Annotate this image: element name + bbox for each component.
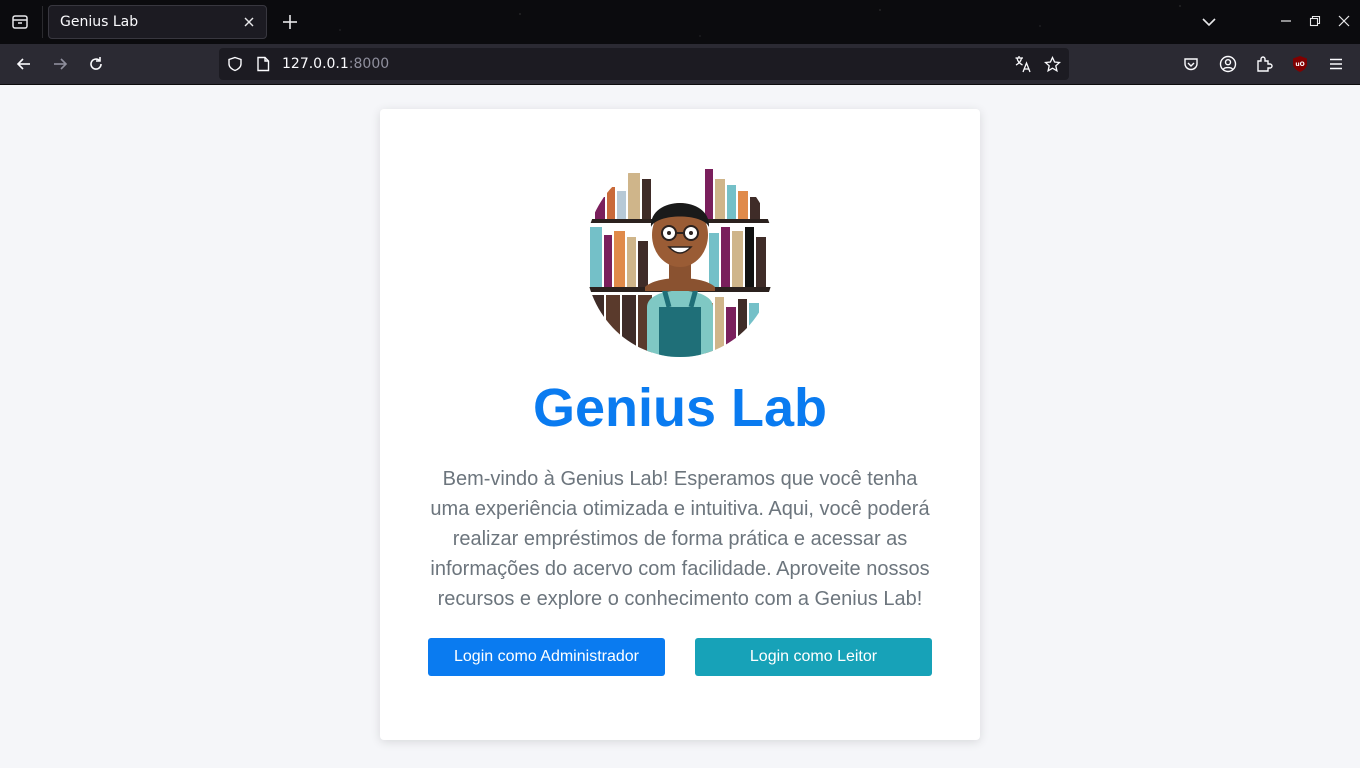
url-host: 127.0.0.1 (282, 56, 349, 72)
arrow-right-icon[interactable] (48, 52, 72, 76)
window-close-icon[interactable] (1334, 11, 1354, 31)
puzzle-icon[interactable] (1253, 53, 1275, 75)
welcome-card: Genius Lab Bem-vindo à Genius Lab! Esper… (380, 109, 980, 740)
shield-icon[interactable] (225, 54, 245, 74)
browser-tab-bar: Genius Lab (0, 0, 1360, 44)
admin-login-button[interactable]: Login como Administrador (428, 638, 665, 676)
tab-separator (42, 6, 43, 38)
minimize-icon[interactable] (1276, 11, 1296, 31)
library-logo-image (585, 157, 775, 357)
page-icon[interactable] (253, 54, 273, 74)
close-icon[interactable] (240, 13, 258, 31)
reader-login-button[interactable]: Login como Leitor (695, 638, 932, 676)
account-icon[interactable] (1217, 53, 1239, 75)
page-title: Genius Lab (532, 378, 828, 438)
browser-tab[interactable]: Genius Lab (48, 5, 267, 39)
ublock-icon[interactable]: uO (1289, 53, 1311, 75)
translate-icon[interactable] (1013, 54, 1033, 74)
address-bar[interactable]: 127.0.0.1:8000 (219, 48, 1069, 80)
star-icon[interactable] (1042, 54, 1062, 74)
url-text[interactable]: 127.0.0.1:8000 (282, 56, 389, 72)
plus-icon[interactable] (279, 11, 301, 33)
hamburger-menu-icon[interactable] (1325, 53, 1347, 75)
chevron-down-icon[interactable] (1198, 11, 1220, 33)
reload-icon[interactable] (84, 52, 108, 76)
arrow-left-icon[interactable] (12, 52, 36, 76)
browser-nav-bar: 127.0.0.1:8000 uO (0, 44, 1360, 85)
tab-list-icon[interactable] (8, 10, 32, 34)
url-port: :8000 (348, 56, 390, 72)
pocket-icon[interactable] (1180, 53, 1202, 75)
tab-title: Genius Lab (60, 14, 139, 30)
welcome-description: Bem-vindo à Genius Lab! Esperamos que vo… (430, 468, 930, 610)
svg-text:uO: uO (1295, 61, 1304, 68)
restore-icon[interactable] (1305, 11, 1325, 31)
